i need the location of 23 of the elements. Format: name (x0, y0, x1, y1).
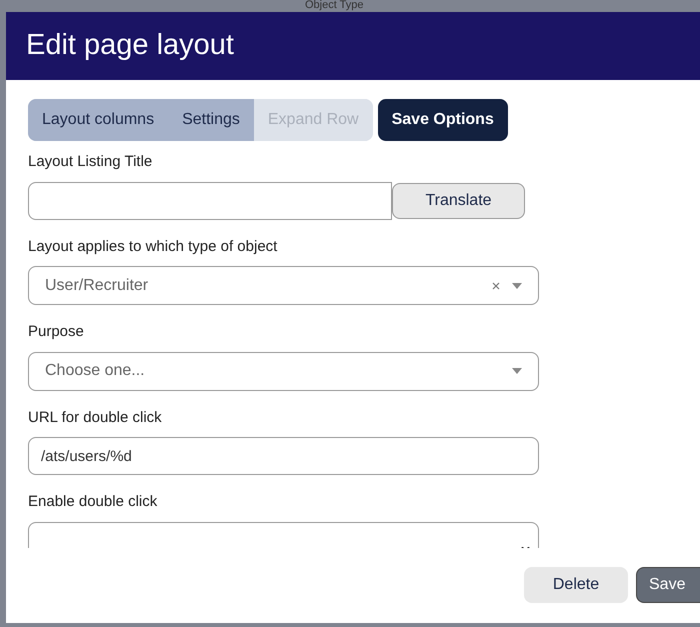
field-label: Layout Listing Title (28, 152, 154, 172)
select-field[interactable]: Choose one... (28, 352, 539, 390)
delete-button[interactable]: Delete (524, 567, 628, 603)
save-options-button[interactable]: Save Options (378, 99, 508, 141)
field-label: Layout applies to which type of object (28, 236, 278, 256)
save-button[interactable]: Save (636, 567, 700, 603)
select-value: User/Recruiter (45, 276, 150, 296)
text-field[interactable]: /ats/users/%d (28, 437, 539, 475)
translate-button[interactable]: Translate (392, 182, 525, 218)
select-placeholder: Choose one... (45, 361, 146, 381)
select-field[interactable]: User/Recruiter (28, 266, 539, 305)
text-field[interactable] (28, 182, 392, 220)
background-text: Object Type (305, 0, 364, 12)
field-label: Purpose (28, 322, 85, 342)
tab[interactable]: Settings (168, 99, 254, 141)
dropdown-caret-icon (512, 282, 522, 288)
field-label: URL for double click (28, 408, 163, 428)
dialog-title: Edit page layout (26, 28, 234, 64)
tab[interactable]: Layout columns (28, 99, 168, 141)
clear-icon (492, 282, 500, 290)
dropdown-caret-icon (512, 368, 522, 374)
field-label: Enable double click (28, 492, 158, 512)
select-field[interactable] (28, 522, 539, 548)
